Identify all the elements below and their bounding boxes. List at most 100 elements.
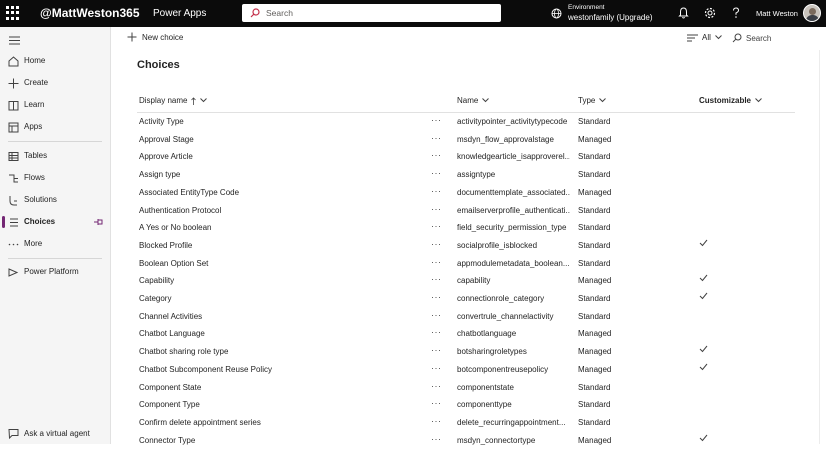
- environment-icon[interactable]: [551, 8, 562, 19]
- row-more-icon[interactable]: ···: [431, 204, 442, 214]
- table-row[interactable]: Component State ··· componentstate Standard: [137, 379, 797, 397]
- display-name-cell[interactable]: Capability: [139, 276, 174, 285]
- column-header-name[interactable]: Name: [457, 96, 490, 105]
- nav-item-apps[interactable]: Apps: [0, 117, 110, 137]
- display-name-cell[interactable]: Connector Type: [139, 436, 195, 445]
- display-name-cell[interactable]: Category: [139, 294, 171, 303]
- pin-icon[interactable]: [94, 218, 104, 226]
- display-name-cell[interactable]: Associated EntityType Code: [139, 188, 239, 197]
- table-row[interactable]: Component Type ··· componenttype Standard: [137, 396, 797, 414]
- display-name-cell[interactable]: Authentication Protocol: [139, 206, 221, 215]
- nav-item-solutions[interactable]: Solutions: [0, 190, 110, 210]
- nav-item-tables[interactable]: Tables: [0, 146, 110, 166]
- row-more-icon[interactable]: ···: [431, 398, 442, 408]
- row-more-icon[interactable]: ···: [431, 310, 442, 320]
- display-name-cell[interactable]: Approve Article: [139, 152, 193, 161]
- table-row[interactable]: Associated EntityType Code ··· documenttem…: [137, 184, 797, 202]
- display-name-cell[interactable]: Channel Activities: [139, 312, 202, 321]
- table-row[interactable]: Approval Stage ··· msdyn_flow_approvalstag…: [137, 131, 797, 149]
- column-header-display-name[interactable]: Display name: [139, 96, 208, 105]
- display-name-cell[interactable]: A Yes or No boolean: [139, 223, 212, 232]
- app-launcher-icon[interactable]: [6, 6, 20, 20]
- row-more-icon[interactable]: ···: [431, 292, 442, 302]
- row-more-icon[interactable]: ···: [431, 434, 442, 444]
- table-row[interactable]: Boolean Option Set ··· appmodulemetadata_b…: [137, 255, 797, 273]
- display-name-cell[interactable]: Activity Type: [139, 117, 184, 126]
- row-more-icon[interactable]: ···: [431, 168, 442, 178]
- nav-item-flows[interactable]: Flows: [0, 168, 110, 188]
- table-row[interactable]: A Yes or No boolean ··· field_security_per…: [137, 219, 797, 237]
- power-platform-icon: [8, 268, 19, 277]
- nav-item-learn[interactable]: Learn: [0, 95, 110, 115]
- gear-icon[interactable]: [704, 7, 716, 19]
- table-row[interactable]: Channel Activities ··· convertrule_channel…: [137, 308, 797, 326]
- org-name[interactable]: @MattWeston365: [40, 6, 140, 20]
- scrollbar-track[interactable]: [819, 50, 820, 444]
- row-more-icon[interactable]: ···: [431, 381, 442, 391]
- row-more-icon[interactable]: ···: [431, 327, 442, 337]
- new-choice-button[interactable]: New choice: [127, 32, 183, 42]
- nav-label: Solutions: [24, 195, 57, 204]
- global-search-input[interactable]: [266, 8, 486, 18]
- filter-dropdown[interactable]: All: [687, 33, 722, 42]
- type-cell: Standard: [578, 382, 611, 392]
- type-cell: Managed: [578, 276, 612, 286]
- row-more-icon[interactable]: ···: [431, 221, 442, 231]
- display-name-cell[interactable]: Chatbot Language: [139, 329, 205, 338]
- user-name[interactable]: Matt Weston: [756, 9, 798, 18]
- row-more-icon[interactable]: ···: [431, 239, 442, 249]
- table-row[interactable]: Activity Type ··· activitypointer_activity…: [137, 113, 797, 131]
- hamburger-menu-icon[interactable]: [9, 36, 20, 45]
- table-row[interactable]: Confirm delete appointment series ··· dele…: [137, 414, 797, 432]
- table-row[interactable]: Chatbot sharing role type ··· botsharingro…: [137, 343, 797, 361]
- nav-item-power-platform[interactable]: Power Platform: [0, 262, 110, 282]
- table-row[interactable]: Blocked Profile ··· socialprofile_isblocke…: [137, 237, 797, 255]
- nav-item-choices[interactable]: Choices: [0, 212, 110, 232]
- table-row[interactable]: Capability ··· capability Managed: [137, 272, 797, 290]
- ask-virtual-agent[interactable]: Ask a virtual agent: [8, 428, 90, 439]
- row-more-icon[interactable]: ···: [431, 133, 442, 143]
- type-cell: Standard: [578, 205, 611, 215]
- display-name-cell[interactable]: Boolean Option Set: [139, 259, 208, 268]
- display-name-cell[interactable]: Assign type: [139, 170, 180, 179]
- row-more-icon[interactable]: ···: [431, 115, 442, 125]
- table-row[interactable]: Assign type ··· assigntype Standard: [137, 166, 797, 184]
- row-more-icon[interactable]: ···: [431, 416, 442, 426]
- row-more-icon[interactable]: ···: [431, 186, 442, 196]
- row-more-icon[interactable]: ···: [431, 257, 442, 267]
- display-name-cell[interactable]: Approval Stage: [139, 135, 194, 144]
- display-name-cell[interactable]: Confirm delete appointment series: [139, 418, 261, 427]
- bell-icon[interactable]: [678, 7, 689, 19]
- global-search-box[interactable]: [242, 4, 501, 22]
- checkmark-icon: [699, 363, 708, 371]
- nav-item-more[interactable]: More: [0, 234, 110, 254]
- nav-item-home[interactable]: Home: [0, 51, 110, 71]
- display-name-cell[interactable]: Chatbot Subcomponent Reuse Policy: [139, 365, 272, 374]
- main-content: Choices Display name Name Type Customiza…: [111, 50, 826, 445]
- app-name[interactable]: Power Apps: [153, 8, 206, 19]
- row-more-icon[interactable]: ···: [431, 345, 442, 355]
- table-row[interactable]: Authentication Protocol ··· emailserverpro…: [137, 202, 797, 220]
- table-search[interactable]: Search: [732, 33, 771, 43]
- display-name-cell[interactable]: Chatbot sharing role type: [139, 347, 228, 356]
- display-name-cell[interactable]: Component Type: [139, 400, 200, 409]
- display-name-cell[interactable]: Component State: [139, 383, 201, 392]
- table-row[interactable]: Connector Type ··· msdyn_connectortype Mana…: [137, 432, 797, 449]
- environment-picker[interactable]: Environment westonfamily (Upgrade): [568, 3, 652, 23]
- avatar[interactable]: [803, 4, 821, 22]
- table-row[interactable]: Approve Article ··· knowledgearticle_isapp…: [137, 148, 797, 166]
- nav-item-create[interactable]: Create: [0, 73, 110, 93]
- help-icon[interactable]: [731, 7, 741, 19]
- row-more-icon[interactable]: ···: [431, 363, 442, 373]
- table-row[interactable]: Category ··· connectionrole_category Standa…: [137, 290, 797, 308]
- column-header-customizable[interactable]: Customizable: [699, 96, 762, 105]
- column-header-type[interactable]: Type: [578, 96, 607, 105]
- row-more-icon[interactable]: ···: [431, 274, 442, 284]
- name-cell: botsharingroletypes: [457, 347, 527, 357]
- table-row[interactable]: Chatbot Language ··· chatbotlanguage Manage…: [137, 325, 797, 343]
- row-more-icon[interactable]: ···: [431, 150, 442, 160]
- display-name-cell[interactable]: Blocked Profile: [139, 241, 192, 250]
- solution-icon: [9, 196, 17, 206]
- book-icon: [8, 101, 19, 111]
- table-row[interactable]: Chatbot Subcomponent Reuse Policy ··· botc…: [137, 361, 797, 379]
